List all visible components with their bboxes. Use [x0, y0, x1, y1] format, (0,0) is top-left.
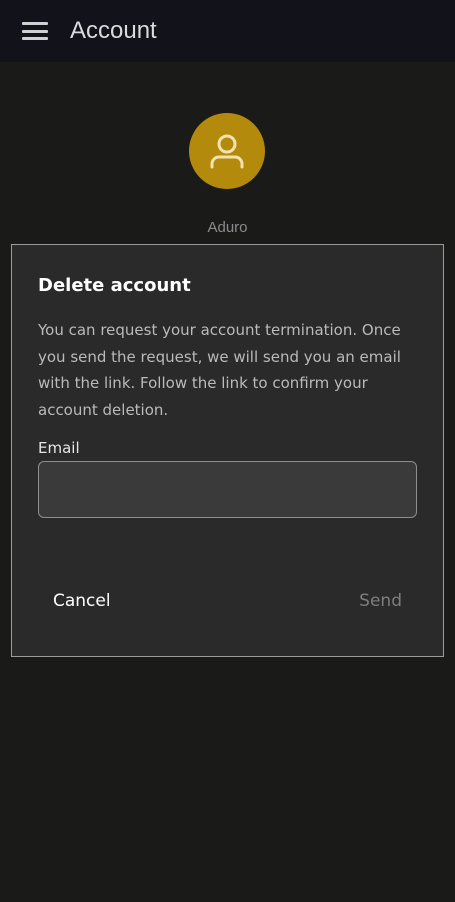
- email-label: Email: [38, 439, 80, 457]
- user-name: Aduro: [207, 219, 248, 236]
- email-field[interactable]: [38, 461, 417, 518]
- delete-account-dialog: Delete account You can request your acco…: [11, 244, 444, 657]
- avatar[interactable]: [189, 113, 265, 189]
- dialog-title: Delete account: [38, 275, 191, 296]
- app-bar: Account: [0, 0, 455, 62]
- dialog-message: You can request your account termination…: [38, 321, 401, 419]
- send-button[interactable]: Send: [359, 591, 402, 611]
- hamburger-menu-icon[interactable]: [22, 20, 50, 42]
- page-title: Account: [70, 17, 157, 44]
- cancel-button[interactable]: Cancel: [53, 591, 111, 611]
- person-icon: [210, 134, 244, 169]
